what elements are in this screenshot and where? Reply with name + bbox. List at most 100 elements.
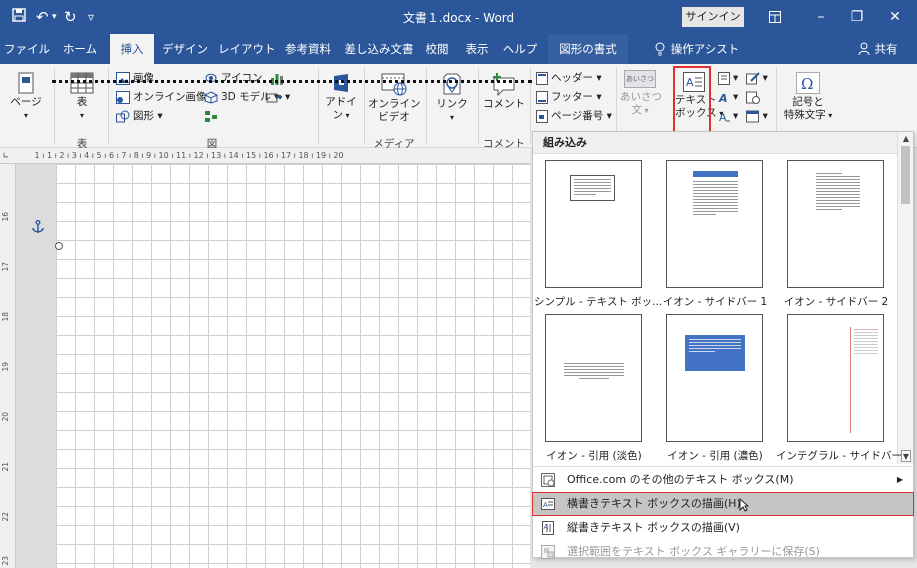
online-image-label: オンライン画像 — [133, 91, 207, 103]
svg-text:A: A — [544, 523, 549, 531]
lightbulb-icon — [652, 34, 668, 64]
online-image-icon — [116, 90, 130, 104]
restore-button[interactable]: ❐ — [842, 6, 872, 28]
footer-icon — [536, 90, 548, 104]
smartart-icon — [205, 110, 217, 122]
smartart-button[interactable] — [204, 109, 221, 123]
horizontal-textbox-icon: A — [541, 498, 555, 510]
quick-parts-icon — [718, 71, 730, 85]
object-icon — [745, 110, 759, 122]
gallery-item-label: シンプル - テキスト ボッ... — [534, 296, 663, 308]
footer-button[interactable]: フッター ▾ — [536, 90, 602, 104]
page-number-button[interactable]: ページ番号 ▾ — [536, 109, 612, 123]
vertical-textbox-icon: A — [542, 521, 554, 535]
wordart-icon: A — [718, 92, 728, 104]
tab-layout[interactable]: レイアウト — [218, 34, 276, 64]
shapes-button[interactable]: 図形 ▾ — [116, 109, 163, 123]
greeting-button[interactable]: あいさつ あいさつ 文 ▾ — [620, 70, 662, 117]
menu-draw-vertical-textbox[interactable]: A 縦書きテキスト ボックスの描画(V) — [533, 517, 913, 539]
gallery-item-simple-textbox[interactable] — [545, 160, 642, 288]
page-number-icon — [536, 109, 548, 123]
link-label: リンク — [436, 98, 468, 110]
document-area[interactable] — [16, 164, 530, 568]
scroll-thumb[interactable] — [901, 146, 910, 204]
textbox-highlight-frame — [673, 66, 711, 136]
dropcap-icon: A — [719, 111, 730, 123]
tell-me-search[interactable]: 操作アシスト — [670, 34, 740, 64]
gallery-item-label: イオン - 引用 (淡色) — [546, 450, 642, 462]
tab-file[interactable]: ファイル — [4, 34, 50, 64]
screenshot-button[interactable]: ▾ — [266, 90, 290, 104]
gallery-scrollbar[interactable]: ▲ ▼ — [897, 132, 913, 464]
comment-button[interactable]: コメント — [482, 72, 526, 111]
gallery-item-ion-quote-dark[interactable] — [666, 314, 763, 442]
menu-label: 縦書きテキスト ボックスの描画(V) — [567, 521, 740, 534]
tab-selector-icon[interactable]: ∟ — [0, 148, 12, 163]
quick-parts-button[interactable]: ▾ ▾ — [718, 71, 768, 85]
shapes-icon — [116, 110, 130, 122]
gallery-item-ion-quote-light[interactable] — [545, 314, 642, 442]
document-page-grid[interactable] — [56, 164, 530, 568]
svg-text:Ω: Ω — [801, 75, 813, 93]
scroll-up-icon[interactable]: ▲ — [901, 133, 911, 145]
page-icon — [18, 72, 34, 94]
tab-shape-format[interactable]: 図形の書式 — [548, 34, 628, 64]
signin-button[interactable]: サインイン — [682, 7, 744, 27]
vruler-mark: 22 — [1, 512, 10, 522]
menu-draw-horizontal-textbox[interactable]: A 横書きテキスト ボックスの描画(H) — [532, 492, 914, 516]
title-bar: ↶ ▾ ↻ ▿ 文書１.docx - Word サインイン – ❐ ✕ — [0, 0, 917, 34]
online-image-button[interactable]: オンライン画像 — [116, 90, 207, 104]
screenshot-icon — [266, 93, 282, 102]
pages-button[interactable]: ページ ▾ — [6, 72, 46, 122]
svg-text:A: A — [718, 92, 728, 104]
header-button[interactable]: ヘッダー ▾ — [536, 71, 602, 85]
share-button[interactable]: 共有 — [872, 34, 900, 64]
ribbon-display-options-icon[interactable] — [760, 6, 790, 28]
vruler-mark: 21 — [1, 462, 10, 472]
scroll-down-icon[interactable]: ▼ — [901, 450, 911, 462]
dropcap-button[interactable]: A ▾ ▾ — [718, 109, 768, 123]
link-icon — [443, 73, 461, 95]
symbols-button[interactable]: Ω 記号と 特殊文字 ▾ — [780, 72, 836, 122]
dotted-line-shape[interactable] — [52, 80, 532, 83]
line-start-handle-icon[interactable] — [54, 240, 64, 254]
horizontal-ruler[interactable]: ∟ 1 ı 1 ı 2 ı 3 ı 4 ı 5 ı 6 ı 7 ı 8 ı 9 … — [0, 148, 530, 164]
anchor-icon[interactable] — [32, 220, 44, 237]
vruler-mark: 17 — [1, 262, 10, 272]
comment-icon — [493, 73, 515, 96]
symbols-label: 記号と 特殊文字 — [783, 96, 826, 121]
signature-line-icon — [745, 71, 760, 84]
menu-label: Office.com のその他のテキスト ボックス(M) — [567, 473, 794, 486]
tab-references[interactable]: 参考資料 — [282, 34, 334, 64]
gallery-item-ion-sidebar-1[interactable] — [666, 160, 763, 288]
tab-mailings[interactable]: 差し込み文書 — [342, 34, 416, 64]
close-button[interactable]: ✕ — [880, 6, 910, 28]
wordart-button[interactable]: A ▾ — [718, 90, 763, 104]
gallery-item-ion-sidebar-2[interactable] — [787, 160, 884, 288]
menu-more-textboxes-office[interactable]: Office.com のその他のテキスト ボックス(M) ▶ — [533, 469, 913, 491]
table-label: 表 — [76, 96, 88, 108]
gallery-item-label: イオン - 引用 (濃色) — [667, 450, 763, 462]
office-com-icon — [541, 473, 555, 487]
tab-view[interactable]: 表示 — [460, 34, 494, 64]
vertical-ruler[interactable]: 16 17 18 19 20 21 22 23 — [0, 164, 16, 568]
gallery-item-label: イオン - サイドバー 1 — [662, 296, 768, 308]
store-icon — [334, 74, 348, 92]
3d-models-label: 3D モデル — [221, 91, 271, 103]
tab-insert[interactable]: 挿入 — [110, 34, 154, 64]
gallery-item-integral-sidebar[interactable] — [787, 314, 884, 442]
save-to-gallery-icon — [541, 545, 555, 559]
textbox-gallery: 組み込み ▲ ▼ シンプル - テキスト ボッ... イオン - サイドバー 1… — [532, 131, 914, 559]
vruler-mark: 20 — [1, 412, 10, 422]
greeting-icon: あいさつ — [624, 70, 656, 88]
tab-design[interactable]: デザイン — [162, 34, 208, 64]
tab-help[interactable]: ヘルプ — [500, 34, 540, 64]
share-person-icon[interactable] — [856, 34, 872, 64]
tab-review[interactable]: 校閲 — [422, 34, 452, 64]
page-number-label: ページ番号 — [551, 110, 604, 122]
tab-home[interactable]: ホーム — [58, 34, 102, 64]
menu-save-selection-to-gallery[interactable]: 選択範囲をテキスト ボックス ギャラリーに保存(S) — [533, 541, 913, 563]
minimize-button[interactable]: – — [806, 6, 836, 28]
header-icon — [536, 71, 548, 85]
online-video-icon — [381, 73, 407, 96]
